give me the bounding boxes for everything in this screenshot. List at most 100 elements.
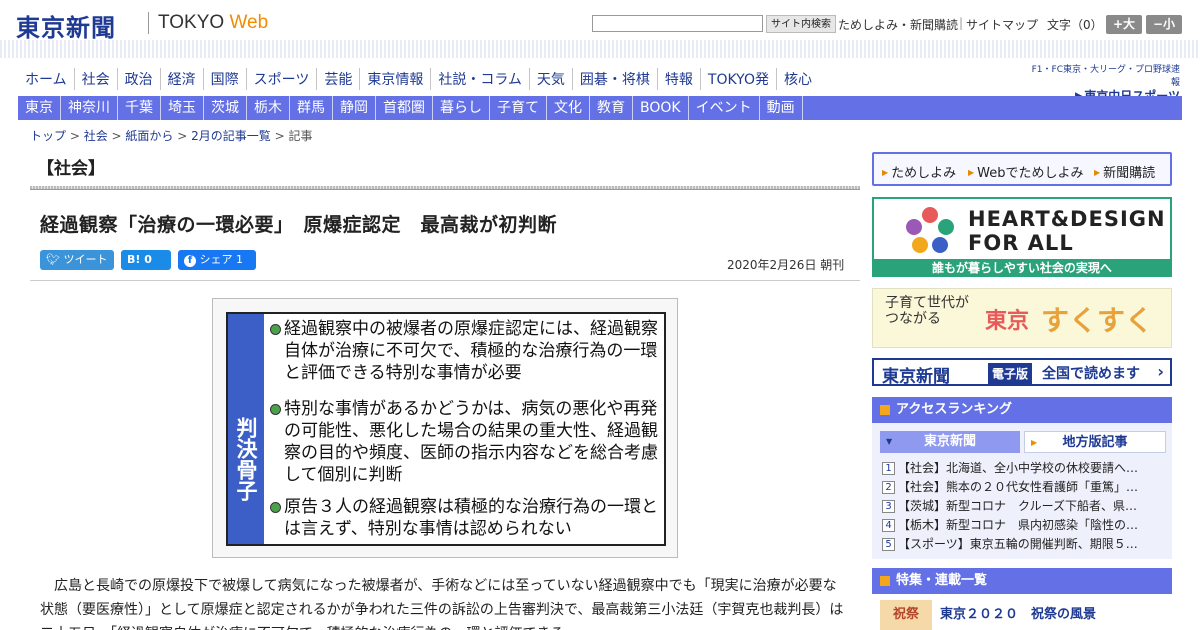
ranking-header: アクセスランキング <box>872 397 1172 423</box>
subnav-item[interactable]: 首都圏 <box>376 96 433 120</box>
ranking-list: 1 【社会】北海道、全小中学校の休校要請へ… 2 【社会】熊本の２０代女性看護師「重… <box>882 459 1166 554</box>
breadcrumb: トップ > 社会 > 紙面から > 2月の記事一覧 > 記事 <box>30 129 313 143</box>
nav-society[interactable]: 社会 <box>73 68 117 90</box>
tokyo-web-logo[interactable]: TOKYO Web <box>158 12 268 34</box>
subnav-item[interactable]: 埼玉 <box>161 96 204 120</box>
article-divider <box>30 280 860 281</box>
subnav-item[interactable]: 教育 <box>590 96 633 120</box>
crumb-society[interactable]: 社会 <box>84 129 108 143</box>
ruling-summary-label: 判決骨子 <box>228 314 264 544</box>
facebook-share-button[interactable]: f シェア 1 <box>178 250 256 270</box>
heart-design-banner[interactable]: HEART&DESIGN FOR ALL 誰もが暮らしやすい社会の実現へ <box>872 197 1172 277</box>
feature-link[interactable]: 東京２０２０ 祝祭の風景 <box>940 603 1096 622</box>
facebook-icon: f <box>184 255 196 267</box>
ruling-summary-figure: 判決骨子 経過観察中の被爆者の原爆症認定には、経過観察自体が治療に不可欠で、積極… <box>212 298 678 558</box>
sitemap-link[interactable]: サイトマップ <box>966 16 1038 33</box>
nav-tokuho[interactable]: 特報 <box>656 68 700 90</box>
ruling-point-text: 特別な事情があるかどうかは、病気の悪化や再発の可能性、悪化した場合の結果の重大性… <box>284 399 658 485</box>
nav-weather[interactable]: 天気 <box>528 68 572 90</box>
tameshi-link[interactable]: ためしよみ <box>882 162 956 181</box>
nav-entertainment[interactable]: 芸能 <box>316 68 359 90</box>
feature-thumbnail[interactable]: 祝祭 <box>880 600 932 630</box>
main-nav: ホーム 社会 政治 経済 国際 スポーツ 芸能 東京情報 社説・コラム 天気 囲碁・将棋 特報 TOKY… <box>18 68 1182 92</box>
ranking-item-title: 【茨城】新型コロナ クルーズ下船者、県… <box>898 499 1138 513</box>
font-size-plus-button[interactable]: +大 <box>1106 15 1142 34</box>
chevron-right-icon: › <box>1157 362 1164 381</box>
subnav-item[interactable]: イベント <box>689 96 760 120</box>
site-logo[interactable]: 東京新聞 <box>16 8 116 43</box>
ruling-point-text: 経過観察中の被爆者の原爆症認定には、経過観察自体が治療に不可欠で、積極的な治療行… <box>284 319 658 383</box>
tab-tokyo-shimbun[interactable]: 東京新聞 <box>880 431 1020 453</box>
subscription-box: ためしよみ Webでためしよみ 新聞購読 <box>872 152 1172 186</box>
logo-divider <box>148 12 149 34</box>
digital-edition-name: 東京新聞 <box>882 367 950 387</box>
heart-design-title: HEART&DESIGN FOR ALL <box>968 207 1166 255</box>
nav-sports[interactable]: スポーツ <box>245 68 317 90</box>
ranking-number: 2 <box>882 481 895 494</box>
heart-design-logo-icon <box>906 207 954 253</box>
subscribe-link[interactable]: 新聞購読 <box>1094 162 1155 181</box>
twitter-icon: 🐦︎ <box>46 253 60 266</box>
ranking-number: 3 <box>882 500 895 513</box>
ranking-item[interactable]: 2 【社会】熊本の２０代女性看護師「重篤」… <box>882 478 1166 497</box>
crumb-print[interactable]: 紙面から <box>125 129 173 143</box>
subnav-item[interactable]: BOOK <box>633 96 689 120</box>
font-size-minus-button[interactable]: −小 <box>1146 15 1182 34</box>
nav-go-shogi[interactable]: 囲碁・将棋 <box>571 68 657 90</box>
site-search-button[interactable]: サイト内検索 <box>766 15 836 33</box>
digital-edition-banner[interactable]: 東京新聞 電子版 全国で読めます › <box>872 358 1172 387</box>
nav-economy[interactable]: 経済 <box>159 68 203 90</box>
subnav-item[interactable]: 暮らし <box>433 96 490 120</box>
digital-edition-badge: 電子版 <box>988 363 1033 384</box>
ranking-item-title: 【スポーツ】東京五輪の開催判断、期限５… <box>898 537 1138 551</box>
tweet-button[interactable]: 🐦︎ ツイート <box>40 250 114 270</box>
subnav-item[interactable]: 文化 <box>547 96 590 120</box>
web-tameshi-link[interactable]: Webでためしよみ <box>968 162 1083 181</box>
subnav-item[interactable]: 栃木 <box>247 96 290 120</box>
nav-politics[interactable]: 政治 <box>116 68 160 90</box>
nav-home[interactable]: ホーム <box>18 68 74 90</box>
nav-tokyo-hatsu[interactable]: TOKYO発 <box>699 68 776 90</box>
subnav-item[interactable]: 群馬 <box>290 96 333 120</box>
section-title: 【社会】 <box>37 159 105 179</box>
nav-international[interactable]: 国際 <box>202 68 246 90</box>
ranking-item-title: 【栃木】新型コロナ 県内初感染「陰性の… <box>898 518 1139 532</box>
nav-tokyo-info[interactable]: 東京情報 <box>359 68 430 90</box>
hatena-bookmark-button[interactable]: B! 0 <box>121 250 171 270</box>
subnav-item[interactable]: 東京 <box>18 96 61 120</box>
nav-kakushin[interactable]: 核心 <box>775 68 819 90</box>
ranking-number: 1 <box>882 462 895 475</box>
ranking-item-title: 【社会】北海道、全小中学校の休校要請へ… <box>898 461 1139 475</box>
facebook-share-label: シェア 1 <box>199 253 244 266</box>
article-body: 広島と長崎での原爆投下で被爆して病気になった被爆者が、手術などには至っていない経… <box>40 578 844 630</box>
subnav-item[interactable]: 茨城 <box>204 96 247 120</box>
features-header: 特集・連載一覧 <box>872 568 1172 594</box>
ranking-item[interactable]: 1 【社会】北海道、全小中学校の休校要請へ… <box>882 459 1166 478</box>
sukusuku-banner[interactable]: 子育て世代が つながる 東京 すくすく <box>872 288 1172 348</box>
ranking-item[interactable]: 5 【スポーツ】東京五輪の開催判断、期限５… <box>882 535 1166 554</box>
ranking-item[interactable]: 4 【栃木】新型コロナ 県内初感染「陰性の… <box>882 516 1166 535</box>
tokyo-web-suffix: Web <box>229 12 269 33</box>
article-date: 2020年2月26日 朝刊 <box>727 258 845 272</box>
tameshiyomi-link[interactable]: ためしよみ・新聞購読 <box>838 16 958 33</box>
ranking-number: 4 <box>882 519 895 532</box>
crumb-top[interactable]: トップ <box>30 129 66 143</box>
digital-edition-cta: 全国で読めます <box>1042 366 1140 382</box>
ranking-item[interactable]: 3 【茨城】新型コロナ クルーズ下船者、県… <box>882 497 1166 516</box>
crumb-month[interactable]: 2月の記事一覧 <box>191 129 271 143</box>
search-input[interactable] <box>592 15 763 32</box>
util-divider: | <box>959 16 964 30</box>
ruling-point: 原告３人の経過観察は積極的な治療行為の一環とは言えず、特別な事情は認められない <box>270 496 662 540</box>
subnav-item[interactable]: 子育て <box>490 96 547 120</box>
regional-nav: 東京 神奈川 千葉 埼玉 茨城 栃木 群馬 静岡 首都圏 暮らし 子育て 文化 教育 BOOK イベント 動画 <box>18 96 1182 120</box>
subnav-item[interactable]: 神奈川 <box>61 96 118 120</box>
ranking-box: 東京新聞 地方版記事 1【社会】北海道、全小中学校の休校要請へ… 2【社会】熊本… <box>872 423 1172 559</box>
section-rule <box>30 186 860 190</box>
heart-design-caption: 誰もが暮らしやすい社会の実現へ <box>874 259 1170 277</box>
tab-local-edition[interactable]: 地方版記事 <box>1024 431 1166 454</box>
subnav-item[interactable]: 静岡 <box>333 96 376 120</box>
subnav-item[interactable]: 千葉 <box>118 96 161 120</box>
tweet-label: ツイート <box>63 253 108 266</box>
nav-editorial[interactable]: 社説・コラム <box>430 68 529 90</box>
subnav-item[interactable]: 動画 <box>760 96 803 120</box>
